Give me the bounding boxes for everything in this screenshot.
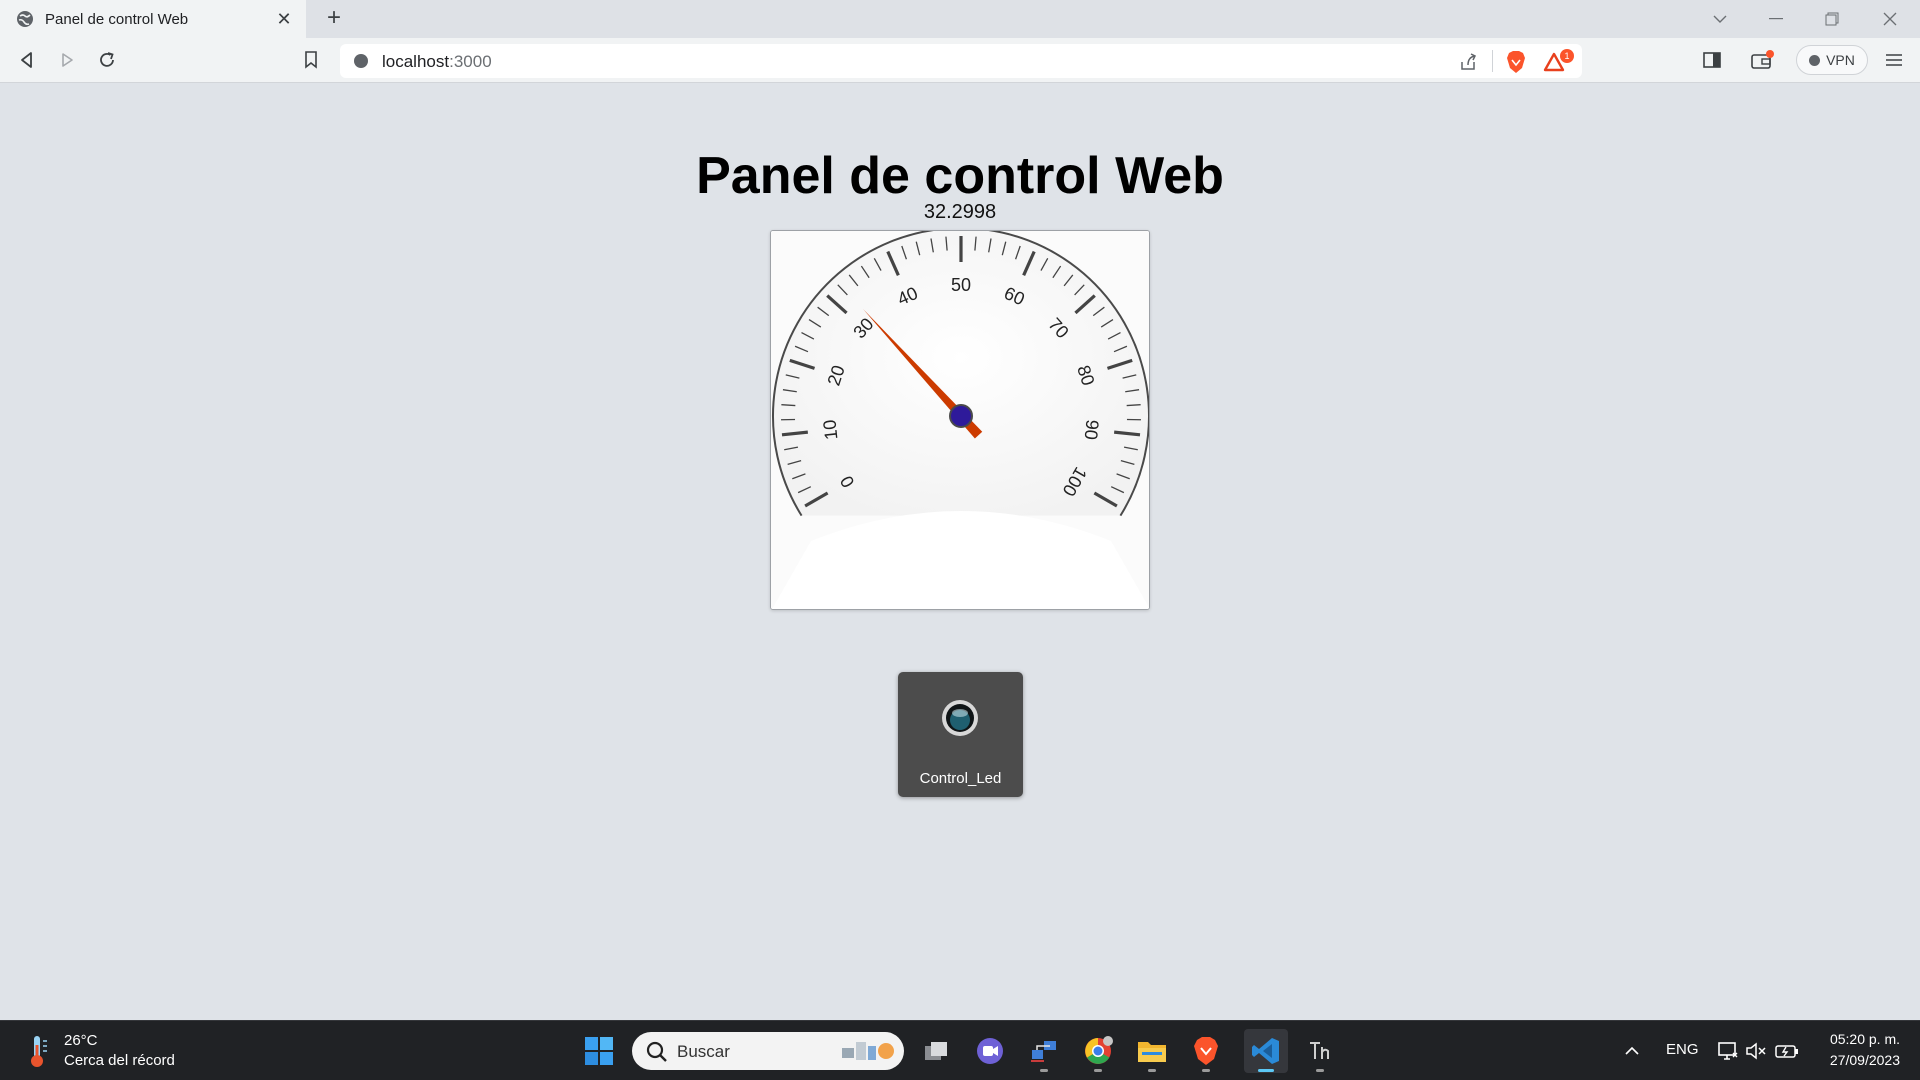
windows-start-icon[interactable] bbox=[584, 1036, 614, 1066]
tab-title: Panel de control Web bbox=[45, 10, 189, 28]
globe-icon bbox=[17, 11, 33, 27]
running-indicator bbox=[1202, 1069, 1210, 1072]
address-bar[interactable]: localhost:3000 1 bbox=[340, 44, 1582, 78]
search-highlight-icon bbox=[842, 1042, 894, 1060]
gauge-value-readout: 32.2998 bbox=[923, 201, 997, 223]
gauge-minor-tick bbox=[781, 404, 796, 407]
weather-description[interactable]: Cerca del récord bbox=[64, 1052, 175, 1069]
gauge-tick-label: 10 bbox=[819, 419, 841, 441]
taskbar-teams[interactable] bbox=[968, 1029, 1012, 1073]
vpn-label: VPN bbox=[1826, 52, 1855, 68]
taskbar-search-box[interactable]: Buscar bbox=[632, 1032, 904, 1070]
search-placeholder: Buscar bbox=[677, 1042, 730, 1061]
gauge-tick-label: 90 bbox=[1081, 419, 1103, 441]
clock-date[interactable]: 27/09/2023 bbox=[1800, 1052, 1900, 1068]
battery-icon[interactable] bbox=[1774, 1039, 1800, 1063]
teams-chat-icon bbox=[977, 1038, 1003, 1064]
taskbar-brave[interactable] bbox=[1184, 1029, 1228, 1073]
gauge-tick-label: 50 bbox=[951, 275, 971, 295]
taskbar-chrome[interactable] bbox=[1076, 1029, 1120, 1073]
taskbar-vscode[interactable] bbox=[1244, 1029, 1288, 1073]
close-window-icon[interactable] bbox=[1862, 0, 1918, 38]
taskbar: 26°C Cerca del récord Buscar ENG 05:20 p… bbox=[0, 1020, 1920, 1080]
volume-muted-icon[interactable] bbox=[1744, 1039, 1768, 1063]
search-icon bbox=[646, 1041, 667, 1062]
brave-rewards-icon[interactable]: 1 bbox=[1542, 49, 1574, 74]
gauge-chart: 010203040 50 60708090100 bbox=[771, 231, 1149, 609]
control-led-button[interactable]: Control_Led bbox=[898, 672, 1023, 797]
reload-icon[interactable] bbox=[95, 48, 119, 72]
vpn-status-icon bbox=[1809, 54, 1821, 66]
led-indicator-icon bbox=[942, 700, 978, 736]
task-view-icon bbox=[925, 1042, 947, 1060]
web-page: Panel de control Web 32.2998 0 10 20 30 40 50… bbox=[0, 84, 1920, 1020]
omnibox-divider bbox=[1492, 50, 1493, 72]
gauge-minor-tick bbox=[1126, 404, 1141, 407]
thermometer-icon[interactable] bbox=[24, 1033, 50, 1069]
address-host: localhost bbox=[382, 52, 450, 71]
clock-time[interactable]: 05:20 p. m. bbox=[1800, 1031, 1900, 1047]
minimize-window-icon[interactable] bbox=[1748, 0, 1804, 38]
show-hidden-icons-chevron-icon[interactable] bbox=[1622, 1041, 1642, 1061]
folder-icon bbox=[1138, 1042, 1166, 1062]
control-led-label: Control_Led bbox=[919, 770, 1002, 787]
brave-browser-icon bbox=[1194, 1037, 1218, 1065]
address-text: localhost:3000 bbox=[382, 52, 492, 72]
new-tab-button[interactable]: + bbox=[320, 5, 348, 33]
chrome-icon bbox=[1085, 1036, 1113, 1064]
network-computers-icon bbox=[1031, 1041, 1056, 1062]
vscode-icon bbox=[1252, 1038, 1279, 1064]
text-app-icon bbox=[1310, 1042, 1329, 1059]
running-indicator bbox=[1148, 1069, 1156, 1072]
brave-shields-icon[interactable] bbox=[1505, 50, 1527, 74]
share-icon[interactable] bbox=[1458, 52, 1478, 72]
browser-tab[interactable]: Panel de control Web ✕ bbox=[0, 0, 306, 38]
menu-icon[interactable] bbox=[1882, 48, 1906, 72]
running-indicator bbox=[1040, 1069, 1048, 1072]
restore-window-icon[interactable] bbox=[1804, 0, 1860, 38]
rewards-badge: 1 bbox=[1560, 49, 1574, 63]
forward-icon[interactable] bbox=[55, 48, 79, 72]
gauge-hub bbox=[949, 404, 973, 428]
close-tab-icon[interactable]: ✕ bbox=[274, 9, 294, 30]
sidebar-toggle-icon[interactable] bbox=[1700, 48, 1724, 72]
taskbar-file-explorer[interactable] bbox=[1130, 1029, 1174, 1073]
taskbar-network-app[interactable] bbox=[1022, 1029, 1066, 1073]
tab-search-chevron-icon[interactable] bbox=[1692, 0, 1748, 38]
tab-strip: Panel de control Web ✕ + bbox=[0, 0, 1920, 38]
running-indicator bbox=[1316, 1069, 1324, 1072]
vpn-button[interactable]: VPN bbox=[1796, 45, 1868, 75]
back-icon[interactable] bbox=[15, 48, 39, 72]
page-title: Panel de control Web bbox=[696, 147, 1224, 205]
network-status-icon[interactable] bbox=[1716, 1039, 1740, 1063]
site-info-icon[interactable] bbox=[354, 54, 368, 68]
taskbar-text-app[interactable] bbox=[1298, 1029, 1342, 1073]
wallet-icon[interactable] bbox=[1750, 48, 1774, 72]
bookmark-icon[interactable] bbox=[299, 48, 323, 72]
weather-temperature[interactable]: 26°C bbox=[64, 1032, 98, 1049]
running-indicator bbox=[1094, 1069, 1102, 1072]
address-port: :3000 bbox=[449, 52, 492, 71]
active-indicator bbox=[1258, 1069, 1274, 1072]
taskbar-task-view[interactable] bbox=[914, 1029, 958, 1073]
gauge-widget: 0 10 20 30 40 50 60 70 80 90 100 bbox=[770, 230, 1150, 610]
input-language-indicator[interactable]: ENG bbox=[1666, 1041, 1699, 1058]
